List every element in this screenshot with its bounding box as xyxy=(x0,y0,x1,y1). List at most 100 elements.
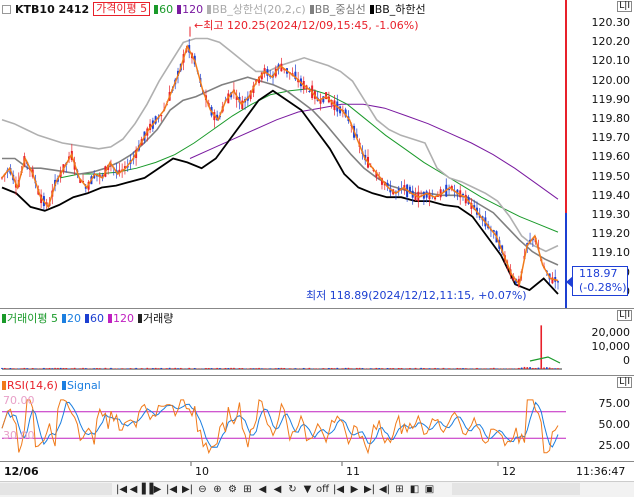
toolbar-button[interactable]: ▶| xyxy=(181,483,194,496)
volume-bar xyxy=(277,367,280,369)
volume-bar xyxy=(205,368,207,369)
toolbar-button[interactable]: |◀ xyxy=(165,483,178,496)
volume-bar xyxy=(149,368,151,369)
volume-bar xyxy=(258,367,260,369)
volume-bar xyxy=(154,367,157,369)
volume-bar xyxy=(495,368,498,369)
legend-volume-ma60[interactable]: 60 xyxy=(90,312,104,325)
rsi-level-high-label: 70.00 xyxy=(3,394,35,407)
volume-bar xyxy=(308,367,311,369)
bb-mid-line xyxy=(2,76,559,266)
volume-bar xyxy=(448,368,450,369)
volume-bar xyxy=(79,368,82,369)
legend-volume[interactable]: 거래량 xyxy=(143,310,173,326)
volume-bar xyxy=(540,325,543,369)
volume-bar xyxy=(470,368,473,369)
volume-bar xyxy=(143,368,146,369)
toolbar-button[interactable]: ↻ xyxy=(286,483,299,496)
rsi-panel-menu-icon[interactable]: L|I xyxy=(617,377,632,388)
toolbar-button[interactable]: ⊖ xyxy=(196,483,209,496)
toolbar-button[interactable]: ⊞ xyxy=(241,483,254,496)
volume-bar xyxy=(375,367,378,369)
volume-bar xyxy=(59,367,62,369)
volume-bar xyxy=(238,368,241,369)
volume-bar xyxy=(65,368,68,369)
volume-bar xyxy=(140,368,143,369)
volume-bar xyxy=(96,368,98,369)
volume-bar xyxy=(160,367,163,369)
rsi-legend: RSI(14,6) Signal xyxy=(2,377,105,393)
volume-bar xyxy=(126,368,129,369)
panel-divider-3 xyxy=(0,461,634,462)
current-change: (-0.28%) xyxy=(579,281,627,294)
volume-bar xyxy=(372,368,375,369)
volume-bar xyxy=(57,367,59,369)
volume-bar xyxy=(333,368,336,369)
toolbar-button[interactable]: ⊞ xyxy=(393,483,406,496)
volume-bar xyxy=(263,368,266,369)
toolbar-button[interactable]: off xyxy=(316,483,329,496)
volume-bar xyxy=(40,368,42,369)
volume-bar xyxy=(54,367,56,369)
toolbar-button[interactable]: ▶ xyxy=(348,483,361,496)
toolbar-button[interactable]: ⊕ xyxy=(211,483,224,496)
toolbar-scroll-track[interactable] xyxy=(0,483,112,495)
chart-canvas[interactable] xyxy=(0,0,634,497)
toolbar-button[interactable]: ▼ xyxy=(301,483,314,496)
toolbar-button[interactable]: ▶| xyxy=(363,483,376,496)
volume-bar xyxy=(85,368,87,369)
volume-bar xyxy=(146,367,149,369)
volume-bar xyxy=(12,368,14,369)
volume-bar xyxy=(464,368,467,369)
volume-bar xyxy=(344,367,347,369)
toolbar-button[interactable]: ▣ xyxy=(423,483,436,496)
volume-bar xyxy=(3,367,6,369)
volume-bar xyxy=(283,367,285,369)
toolbar-scroll-track-right[interactable] xyxy=(452,483,580,495)
legend-volume-ma5[interactable]: 거래이평 5 xyxy=(7,310,58,326)
toolbar-button[interactable]: ⚙ xyxy=(226,483,239,496)
legend-signal[interactable]: Signal xyxy=(67,379,101,392)
toolbar-button[interactable]: ◀| xyxy=(378,483,391,496)
current-price: 118.97 xyxy=(579,267,618,280)
volume-bar xyxy=(400,368,403,369)
volume-bar xyxy=(546,367,548,369)
volume-panel-menu-icon[interactable]: L|I xyxy=(617,310,632,321)
volume-bar xyxy=(188,367,190,369)
volume-bar xyxy=(322,368,325,369)
high-annotation: ←최고 120.25(2024/12/09,15:45, -1.06%) xyxy=(194,19,419,32)
toolbar-button[interactable]: ▶ xyxy=(151,483,164,496)
volume-bar xyxy=(294,368,297,369)
volume-bar xyxy=(383,368,386,369)
price-panel-menu-icon[interactable]: L|I xyxy=(617,1,632,12)
volume-bar xyxy=(152,368,154,369)
volume-bar xyxy=(93,368,96,369)
volume-bar xyxy=(554,368,557,369)
volume-bar xyxy=(43,367,45,369)
volume-bar xyxy=(104,367,107,369)
volume-bar xyxy=(68,368,70,369)
volume-bar xyxy=(213,368,216,369)
legend-volume-ma20[interactable]: 20 xyxy=(67,312,81,325)
volume-bar xyxy=(411,368,414,369)
volume-bar xyxy=(269,368,272,369)
volume-bar xyxy=(548,367,551,369)
volume-bar xyxy=(71,368,73,369)
toolbar-button[interactable]: ◀ xyxy=(256,483,269,496)
toolbar-button[interactable]: |◀ xyxy=(332,483,345,496)
volume-bar xyxy=(484,368,487,369)
volume-bar xyxy=(386,368,389,369)
low-annotation: 최저 118.89(2024/12/12,11:15, +0.07%) xyxy=(306,289,527,302)
current-price-box: 118.97 (-0.28%) xyxy=(566,266,628,296)
toolbar-button[interactable]: ◀ xyxy=(271,483,284,496)
legend-volume-ma120-swatch xyxy=(107,313,112,323)
legend-rsi[interactable]: RSI(14,6) xyxy=(7,379,58,392)
legend-volume-ma60-swatch xyxy=(84,313,89,323)
toolbar-button[interactable]: ◧ xyxy=(408,483,421,496)
volume-bar xyxy=(431,368,434,369)
legend-volume-ma120[interactable]: 120 xyxy=(113,312,134,325)
volume-bar xyxy=(255,368,258,369)
volume-bar xyxy=(302,367,305,369)
volume-bar xyxy=(129,368,132,369)
volume-bar xyxy=(193,368,196,369)
